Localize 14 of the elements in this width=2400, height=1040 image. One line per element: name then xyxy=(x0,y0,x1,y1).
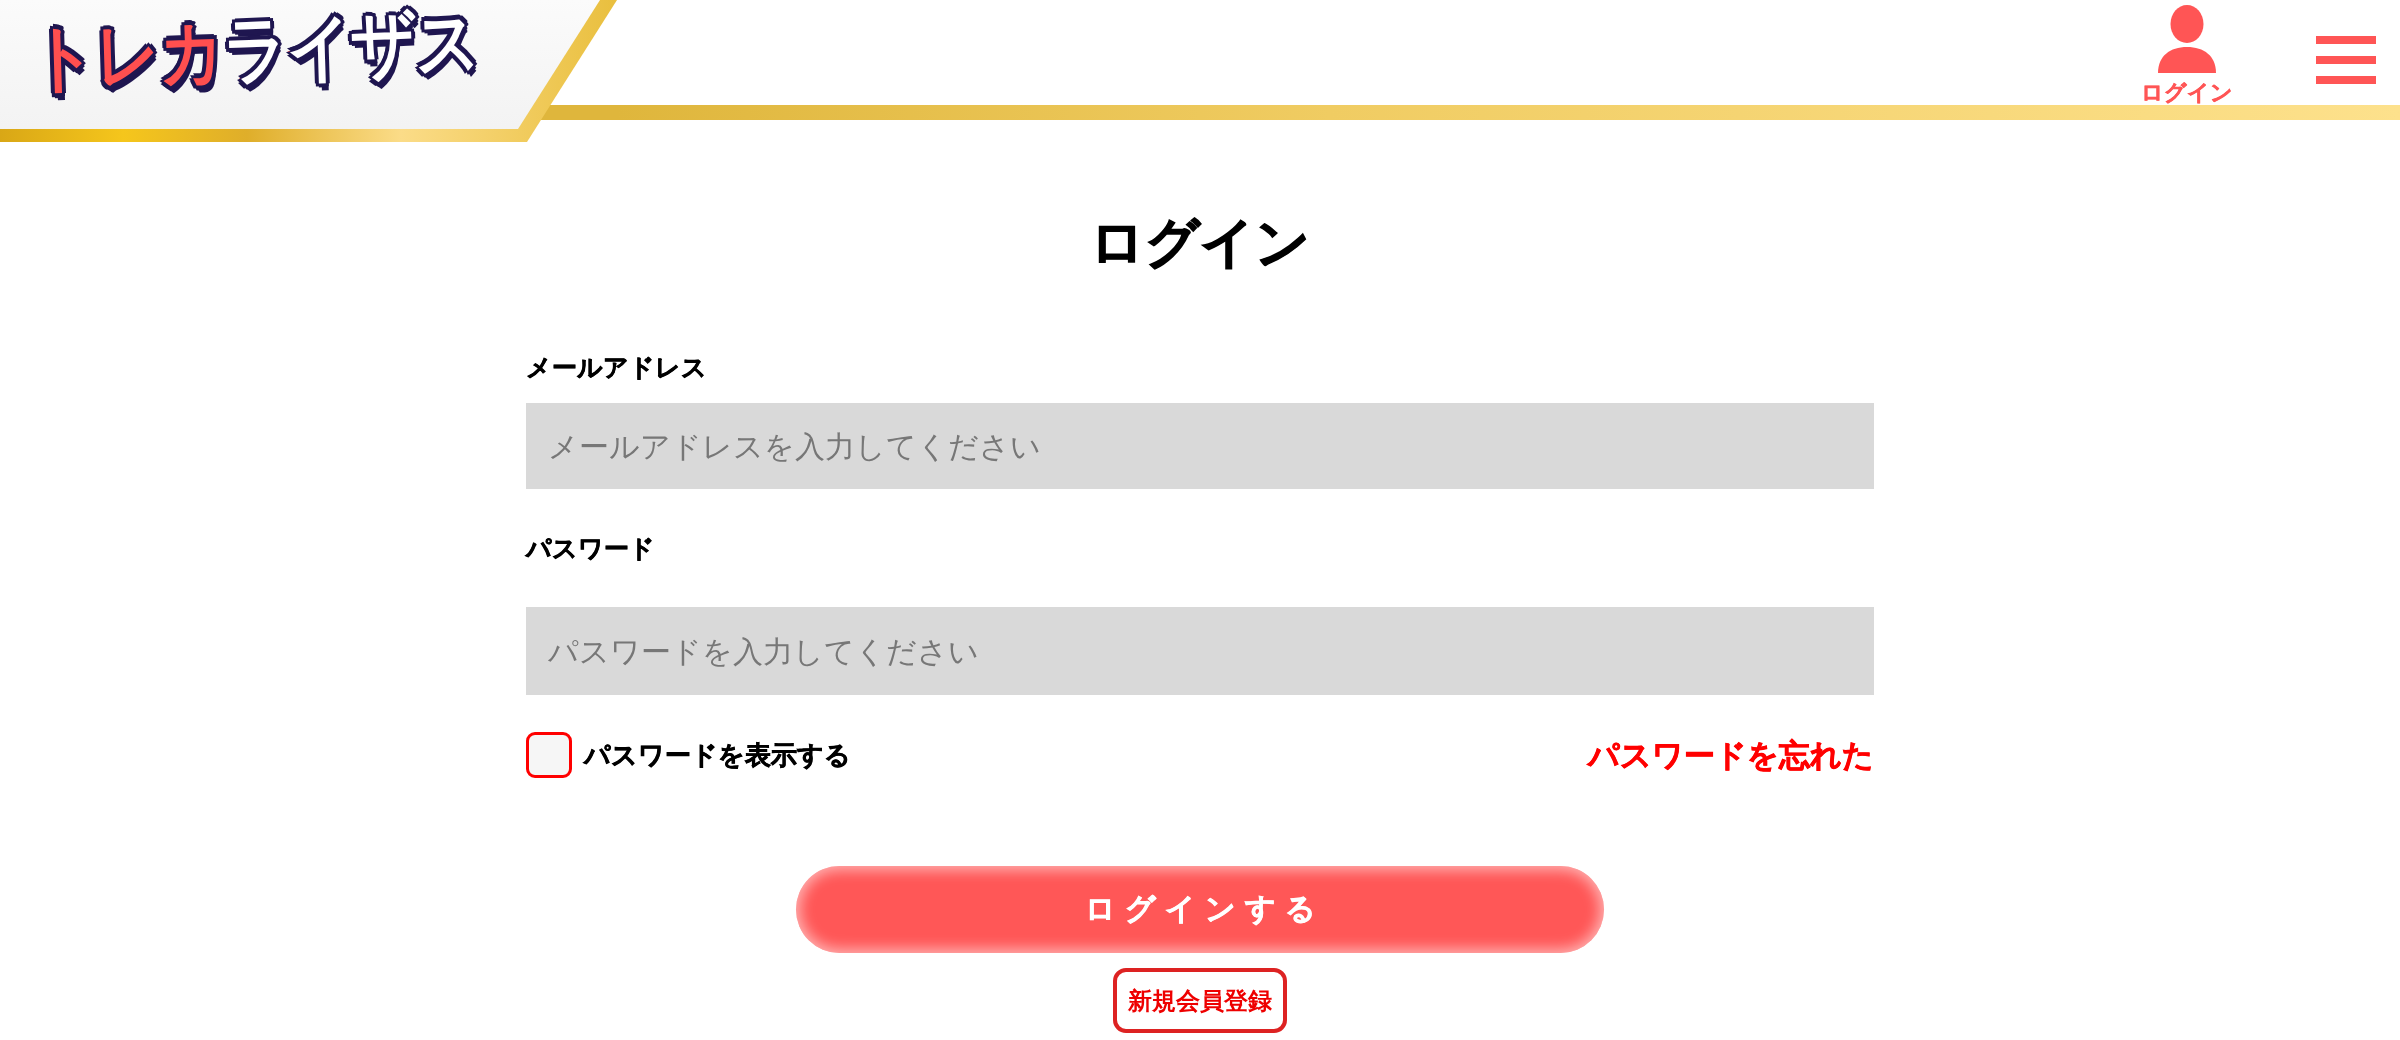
field-label: メールアドレス xyxy=(526,353,707,383)
menu-icon[interactable] xyxy=(2316,36,2376,84)
register-button[interactable]: 新規会員登録 xyxy=(1113,968,1287,1033)
login-button[interactable]: ログインする xyxy=(796,866,1604,953)
login-link[interactable]: ログイン xyxy=(2141,5,2233,105)
checkbox-label[interactable]: パスワードを表示する xyxy=(584,740,851,770)
input-field[interactable]: メールアドレスを入力してください xyxy=(526,403,1874,489)
site-logo[interactable]: トレカライザス xyxy=(30,4,480,96)
field-label: パスワード xyxy=(526,534,655,564)
person-icon[interactable] xyxy=(2158,5,2216,73)
input-field[interactable]: パスワードを入力してください xyxy=(526,607,1874,695)
checkbox[interactable] xyxy=(526,732,572,778)
page-title: ログイン xyxy=(1090,213,1310,273)
forgot-password-link[interactable]: パスワードを忘れた xyxy=(1588,737,1874,773)
